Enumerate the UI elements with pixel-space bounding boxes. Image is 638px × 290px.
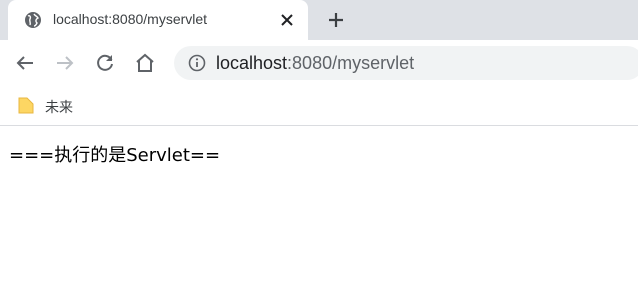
bookmarks-bar: 未来	[0, 86, 638, 126]
url-host: localhost	[216, 53, 288, 73]
home-button[interactable]	[133, 51, 157, 75]
info-icon[interactable]	[188, 54, 206, 72]
url-text[interactable]: localhost:8080/myservlet	[216, 53, 414, 74]
bookmark-label: 未来	[45, 99, 73, 115]
tab-strip: localhost:8080/myservlet	[0, 0, 638, 40]
back-button[interactable]	[13, 51, 37, 75]
folder-icon	[18, 97, 34, 114]
forward-button[interactable]	[53, 51, 77, 75]
close-icon[interactable]	[279, 12, 295, 28]
globe-icon	[25, 12, 41, 28]
page-content: ===执行的是Servlet==	[0, 127, 638, 290]
address-bar[interactable]: localhost:8080/myservlet	[174, 46, 638, 80]
url-path: :8080/myservlet	[287, 53, 415, 73]
tab-active[interactable]: localhost:8080/myservlet	[8, 0, 308, 40]
reload-button[interactable]	[93, 51, 117, 75]
toolbar: localhost:8080/myservlet	[0, 40, 638, 86]
new-tab-button[interactable]	[324, 8, 348, 32]
servlet-output-text: ===执行的是Servlet==	[9, 145, 221, 166]
tab-title: localhost:8080/myservlet	[53, 11, 208, 27]
